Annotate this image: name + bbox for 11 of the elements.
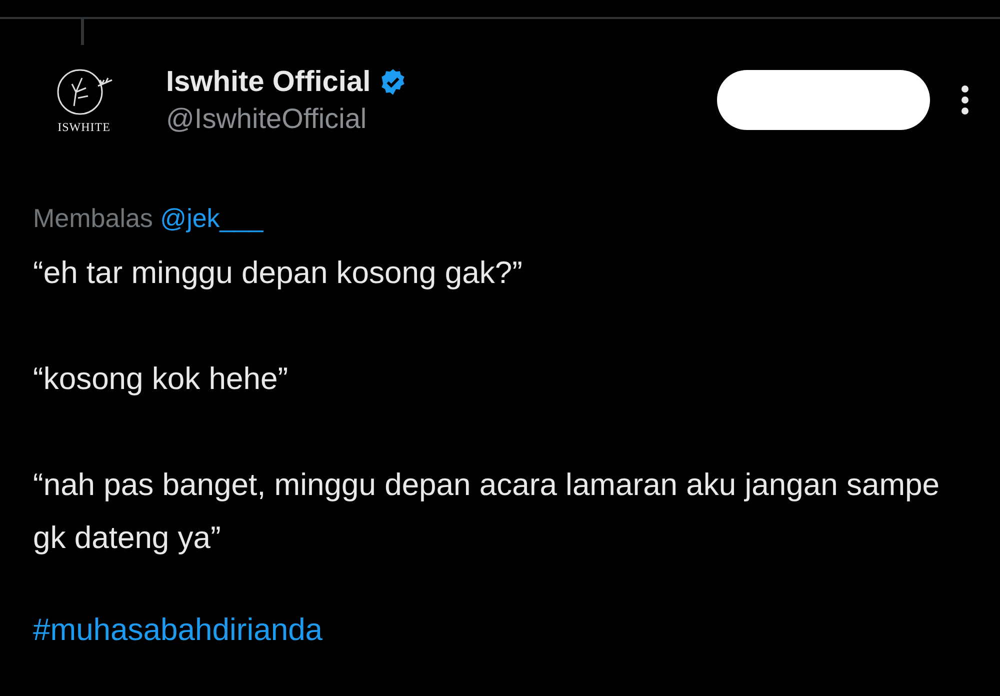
hashtag-link[interactable]: #muhasabahdirianda [0,612,1000,648]
display-name[interactable]: Iswhite Official [166,66,371,98]
avatar-logo[interactable]: ISWHITE [44,60,124,140]
tweet-text: “nah pas banget, minggu depan acara lamaran aku jangan sampe gk dateng ya” [33,466,941,557]
more-options-icon[interactable] [960,84,970,116]
mention-link[interactable]: @jek___ [160,203,264,233]
tweet-text: “eh tar minggu depan kosong gak?” [33,254,524,292]
logo-text: ISWHITE [58,120,110,134]
replying-to-label: Membalas [33,203,153,233]
tweet-text: “kosong kok hehe” [33,360,290,398]
user-handle[interactable]: @IswhiteOfficial [166,102,717,134]
